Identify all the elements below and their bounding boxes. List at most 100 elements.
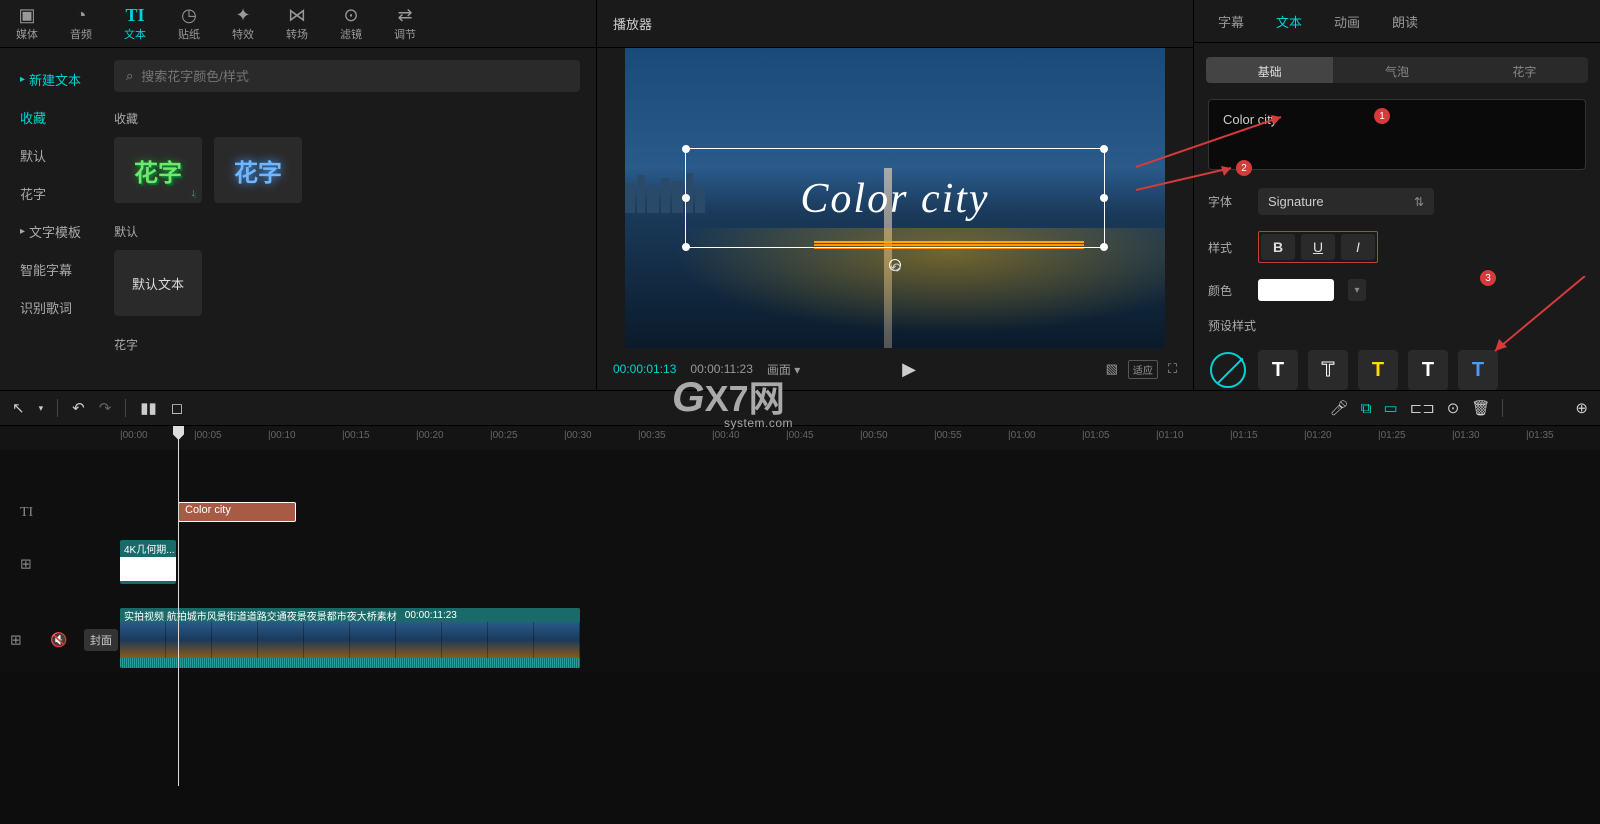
tab-subtitle[interactable]: 字幕 [1204,12,1258,31]
preset-style-redoutline[interactable]: T [1408,350,1448,390]
ruler-mark: |01:30 [1452,430,1480,441]
sidebar-smart-subtitle[interactable]: 智能字幕 [0,250,98,288]
zoom-icon[interactable]: ⊕ [1575,399,1588,417]
font-value: Signature [1268,194,1324,209]
subtab-bubble[interactable]: 气泡 [1333,57,1460,83]
tab-filter[interactable]: ⊙滤镜 [324,0,378,47]
tab-sticker[interactable]: ◷贴纸 [162,0,216,47]
preview-icon[interactable]: ⊙ [1447,399,1460,417]
style-button-group: B U I [1258,231,1378,263]
search-icon: ⌕ [126,68,133,84]
player-viewport[interactable]: Color city ⟲ [597,48,1193,348]
undo-button[interactable]: ↶ [72,399,85,417]
inspector-panel: 字幕 文本 动画 朗读 基础 气泡 花字 1 Color city 2 字体 S… [1194,0,1600,390]
video-clip-duration: 00:00:11:23 [405,610,457,621]
cursor-dropdown-icon[interactable]: ▾ [39,403,44,414]
media-icon: ▣ [18,6,35,24]
align-icon[interactable]: ⊏⊐ [1410,399,1435,417]
ruler-mark: |00:20 [416,430,444,441]
sidebar-templates[interactable]: 文字模板 [0,212,98,250]
ruler-mark: |00:00 [120,430,148,441]
video-frame: Color city ⟲ [625,48,1165,348]
ruler-mark: |00:15 [342,430,370,441]
timeline-toolbar: ↖ ▾ ↶ ↷ ▮▮ ◻ 🎤︎ ⧉ ▭ ⊏⊐ ⊙ 🗑 ⊕ [0,390,1600,426]
annotation-2: 2 [1236,160,1252,176]
tab-transition[interactable]: ⋈转场 [270,0,324,47]
tab-effects[interactable]: ✦特效 [216,0,270,47]
snapshot-icon[interactable]: ▧ [1106,361,1118,377]
search-bar[interactable]: ⌕ [114,60,580,92]
font-select[interactable]: Signature ⇅ [1258,188,1434,215]
underline-button[interactable]: U [1301,234,1335,260]
color-dropdown[interactable]: ▾ [1348,279,1366,301]
style-label: 样式 [1208,239,1244,256]
fit-button[interactable]: 适应 [1128,360,1158,379]
player-panel: 播放器 Color city ⟲ 00:00:01:13 00:00:11:23… [596,0,1194,390]
video-clip[interactable]: 实拍视频 航拍城市风景街道道路交通夜景夜景都市夜大桥素材00:00:11:23 [120,608,580,668]
timeline-ruler[interactable]: |00:00|00:05|00:10|00:15|00:20|00:25|00:… [0,426,1600,450]
ruler-mark: |00:05 [194,430,222,441]
text-clip[interactable]: Color city [178,502,296,522]
tab-media[interactable]: ▣媒体 [0,0,54,47]
text-icon: TI [125,6,144,24]
tab-audio[interactable]: ◔音频 [54,0,108,47]
text-preset-blue[interactable]: 花字 [214,137,302,203]
sidebar-favorites[interactable]: 收藏 [0,98,98,136]
video-track[interactable]: ⊞ 🔇 封面 实拍视频 航拍城市风景街道道路交通夜景夜景都市夜大桥素材00:00… [120,608,1600,672]
text-track[interactable]: TI Color city [120,490,1600,536]
time-current: 00:00:01:13 [613,362,676,376]
search-input[interactable] [141,69,568,84]
magnet-icon[interactable]: ⧉ [1361,400,1372,417]
main-toolbar: ▣媒体 ◔音频 TI文本 ◷贴纸 ✦特效 ⋈转场 ⊙滤镜 ⇄调节 [0,0,596,48]
subtab-huazi[interactable]: 花字 [1461,57,1588,83]
tab-adjust[interactable]: ⇄调节 [378,0,432,47]
tab-text-inspector[interactable]: 文本 [1262,12,1316,31]
preset-style-outline[interactable]: T [1308,350,1348,390]
tab-animation[interactable]: 动画 [1320,12,1374,31]
crop-tool[interactable]: ◻ [171,399,183,417]
adjust-icon: ⇄ [397,6,412,24]
redo-button[interactable]: ↷ [99,399,112,417]
timeline-tracks: TI Color city ⊞ 4K几何期... ⊞ 🔇 封面 实拍视频 航拍城… [0,450,1600,672]
overlay-track-icon: ⊞ [20,556,32,573]
tab-read[interactable]: 朗读 [1378,12,1432,31]
preset-style-blue[interactable]: T [1458,350,1498,390]
sidebar-new-text[interactable]: 新建文本 [0,60,98,98]
fullscreen-icon[interactable]: ⛶ [1168,361,1177,377]
sidebar-default[interactable]: 默认 [0,136,98,174]
text-preset-default[interactable]: 默认文本 [114,250,202,316]
cursor-tool[interactable]: ↖ [12,399,25,417]
subtab-basic[interactable]: 基础 [1206,57,1333,83]
text-sidebar: 新建文本 收藏 默认 花字 文字模板 智能字幕 识别歌词 [0,48,98,390]
delete-icon[interactable]: 🗑 [1471,399,1490,417]
cover-button[interactable]: 封面 [84,629,118,651]
sidebar-huazi[interactable]: 花字 [0,174,98,212]
video-track-icon: ⊞ [10,632,22,649]
tab-text[interactable]: TI文本 [108,0,162,47]
mic-icon[interactable]: 🎤︎ [1330,399,1349,417]
section-huazi-label: 花字 [114,336,580,353]
ruler-mark: |01:00 [1008,430,1036,441]
section-favorites-label: 收藏 [114,110,580,127]
link-icon[interactable]: ▭ [1383,399,1397,417]
annotation-1: 1 [1374,108,1390,124]
color-swatch[interactable] [1258,279,1334,301]
preset-style-white[interactable]: T [1258,350,1298,390]
ruler-mark: |01:25 [1378,430,1406,441]
bold-button[interactable]: B [1261,234,1295,260]
section-default-label: 默认 [114,223,580,240]
sidebar-lyrics[interactable]: 识别歌词 [0,288,98,326]
play-button[interactable]: ▶ [902,359,916,380]
split-tool[interactable]: ▮▮ [140,399,157,417]
italic-button[interactable]: I [1341,234,1375,260]
preset-style-yellow[interactable]: T [1358,350,1398,390]
overlay-track[interactable]: ⊞ 4K几何期... [120,540,1600,588]
overlay-clip[interactable]: 4K几何期... [120,540,176,584]
mute-icon[interactable]: 🔇 [50,632,67,649]
text-preset-green[interactable]: 花字↓ [114,137,202,203]
rotate-handle-icon[interactable]: ⟲ [889,259,901,271]
text-overlay-box[interactable]: Color city ⟲ [685,148,1105,248]
text-library-panel: ▣媒体 ◔音频 TI文本 ◷贴纸 ✦特效 ⋈转场 ⊙滤镜 ⇄调节 新建文本 收藏… [0,0,596,390]
preset-style-none[interactable] [1208,350,1248,390]
playhead[interactable] [178,426,179,786]
